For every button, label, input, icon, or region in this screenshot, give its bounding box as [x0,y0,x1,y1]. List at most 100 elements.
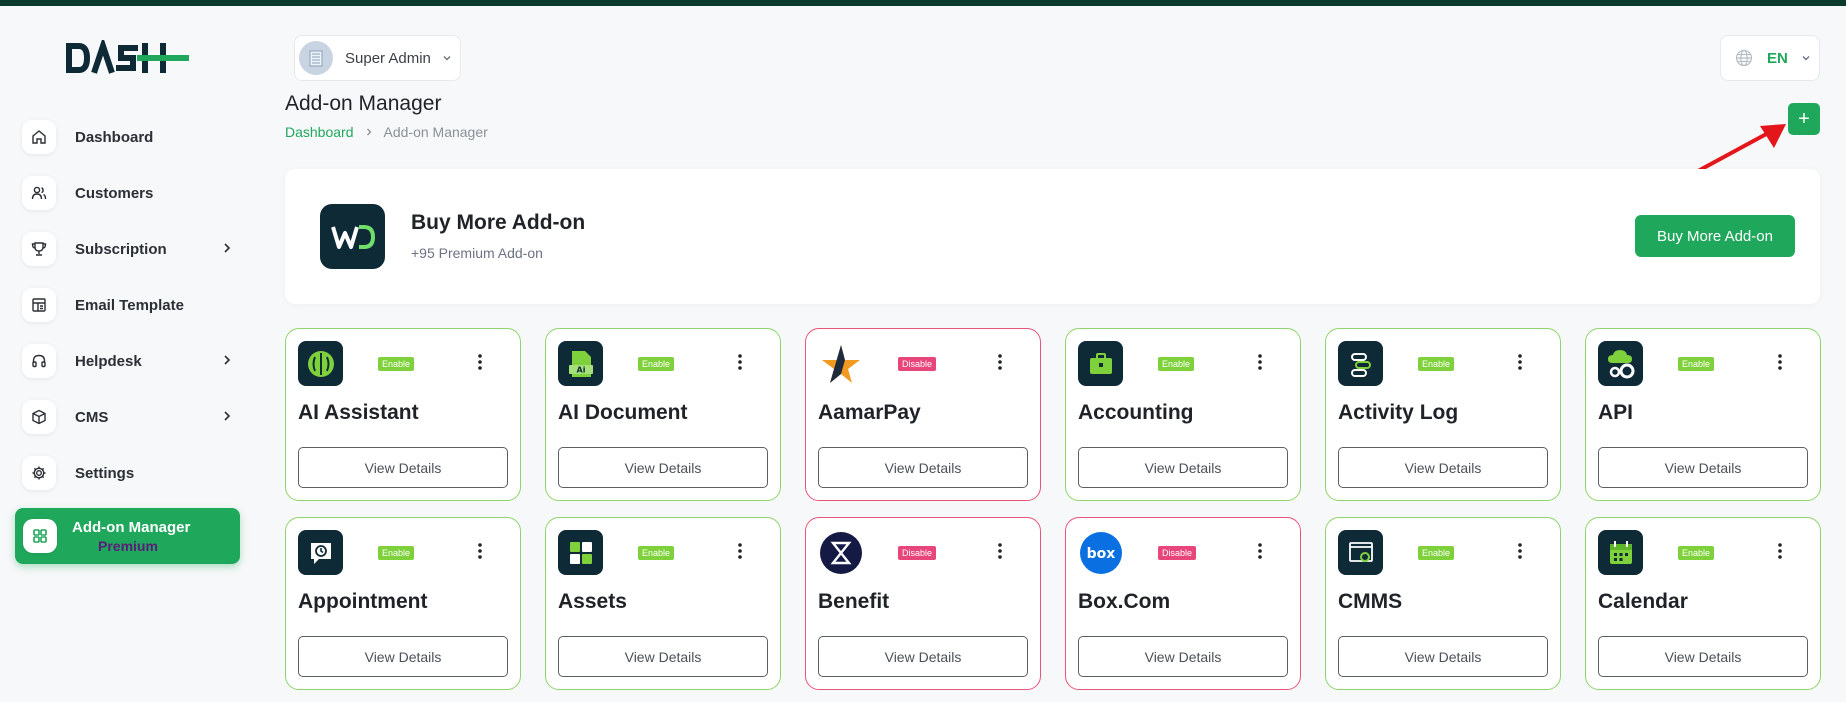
chevron-right-icon [224,411,231,421]
view-details-button[interactable]: View Details [558,447,768,488]
addon-card-calendar: Enable Calendar View Details [1585,517,1821,690]
more-options-icon[interactable] [1778,542,1782,560]
more-options-icon[interactable] [738,542,742,560]
globe-icon [1735,49,1753,67]
template-icon [22,288,56,322]
apps-icon [23,519,57,553]
addon-title: Assets [558,590,627,613]
addon-title: Appointment [298,590,428,613]
buy-more-addon-button[interactable]: Buy More Add-on [1635,215,1795,257]
sidebar-item-dashboard[interactable]: Dashboard [22,118,242,156]
avatar [299,41,333,75]
status-badge: Disable [898,546,937,560]
addon-card-accounting: Enable Accounting View Details [1065,328,1301,501]
view-details-button[interactable]: View Details [818,447,1028,488]
cube-icon [22,400,56,434]
user-name: Super Admin [345,49,431,67]
status-badge: Enable [638,357,675,371]
box-logo-icon: box [1078,530,1123,575]
status-badge: Enable [638,546,675,560]
chevron-down-icon [443,56,451,61]
addon-title: AamarPay [818,401,921,424]
more-options-icon[interactable] [478,542,482,560]
addon-card-api: Enable API View Details [1585,328,1821,501]
sidebar-item-helpdesk[interactable]: Helpdesk [22,342,242,380]
breadcrumb: Dashboard Add-on Manager [285,124,488,140]
addon-card-box-com: box Disable Box.Com View Details [1065,517,1301,690]
gear-icon [22,456,56,490]
addon-title: Accounting [1078,401,1194,424]
status-badge: Enable [1678,546,1715,560]
view-details-button[interactable]: View Details [1078,636,1288,677]
calendar-icon [1598,530,1643,575]
chevron-down-icon [1802,56,1810,61]
status-badge: Enable [1678,357,1715,371]
svg-text:Ai: Ai [576,365,585,374]
addon-title: AI Document [558,401,688,424]
headset-icon [22,344,56,378]
sidebar-item-label: Settings [75,464,135,482]
addon-title: Calendar [1598,590,1688,613]
appointment-icon [298,530,343,575]
more-options-icon[interactable] [1518,542,1522,560]
user-menu[interactable]: Super Admin [294,35,461,81]
chevron-right-icon [366,128,371,136]
addon-title: AI Assistant [298,401,419,424]
more-options-icon[interactable] [998,353,1002,371]
banner-title: Buy More Add-on [411,211,586,234]
sidebar-item-label: Helpdesk [75,352,142,370]
page-title: Add-on Manager [285,92,442,115]
dash-logo [66,40,189,74]
trophy-icon [22,232,56,266]
chevron-right-icon [224,243,231,253]
view-details-button[interactable]: View Details [818,636,1028,677]
more-options-icon[interactable] [478,353,482,371]
premium-badge: Premium [98,538,158,554]
sidebar-item-settings[interactable]: Settings [22,454,242,492]
addon-card-ai-document: Ai Enable AI Document View Details [545,328,781,501]
addon-title: API [1598,401,1634,424]
activity-log-icon [1338,341,1383,386]
view-details-button[interactable]: View Details [558,636,768,677]
more-options-icon[interactable] [998,542,1002,560]
view-details-button[interactable]: View Details [1078,447,1288,488]
more-options-icon[interactable] [738,353,742,371]
status-badge: Enable [1158,357,1195,371]
addon-title: Box.Com [1078,590,1171,613]
sidebar-item-label: CMS [75,408,109,426]
sidebar-item-email-template[interactable]: Email Template [22,286,242,324]
assets-icon [558,530,603,575]
sidebar-item-label: Customers [75,184,154,202]
sidebar-item-cms[interactable]: CMS [22,398,242,436]
addon-card-appointment: Enable Appointment View Details [285,517,521,690]
view-details-button[interactable]: View Details [298,636,508,677]
view-details-button[interactable]: View Details [298,447,508,488]
sidebar-item-customers[interactable]: Customers [22,174,242,212]
home-icon [22,120,56,154]
view-details-button[interactable]: View Details [1338,447,1548,488]
status-badge: Enable [378,357,415,371]
addon-title: Benefit [818,590,890,613]
addon-card-cmms: Enable CMMS View Details [1325,517,1561,690]
briefcase-icon [1078,341,1123,386]
view-details-button[interactable]: View Details [1598,447,1808,488]
language-selector[interactable]: EN [1720,35,1820,81]
more-options-icon[interactable] [1258,353,1262,371]
sidebar-item-addon-manager[interactable]: Add-on Manager Premium [15,508,240,564]
aamarpay-icon [818,341,863,386]
more-options-icon[interactable] [1518,353,1522,371]
view-details-button[interactable]: View Details [1338,636,1548,677]
sidebar-item-label: Email Template [75,296,184,314]
sidebar-item-label: Subscription [75,240,167,258]
addon-title: CMMS [1338,590,1403,613]
buy-more-banner: Buy More Add-on +95 Premium Add-on Buy M… [285,169,1820,304]
view-details-button[interactable]: View Details [1598,636,1808,677]
more-options-icon[interactable] [1778,353,1782,371]
breadcrumb-link-dashboard[interactable]: Dashboard [285,124,354,140]
users-icon [22,176,56,210]
language-code: EN [1767,49,1788,67]
more-options-icon[interactable] [1258,542,1262,560]
cmms-icon [1338,530,1383,575]
sidebar-item-subscription[interactable]: Subscription [22,230,242,268]
addon-card-aamarpay: Disable AamarPay View Details [805,328,1041,501]
